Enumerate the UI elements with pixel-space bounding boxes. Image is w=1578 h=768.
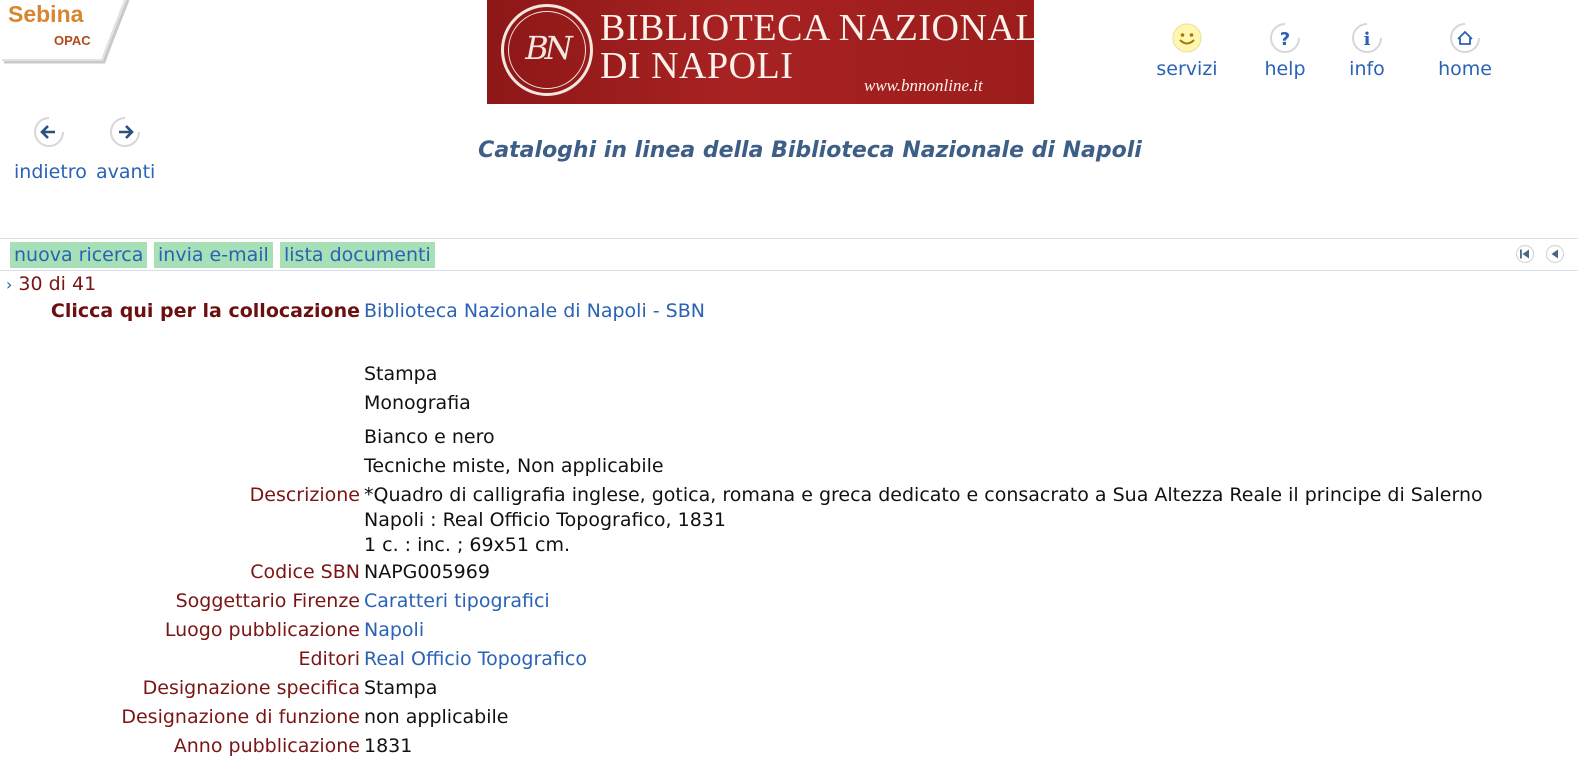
- new-search-button[interactable]: nuova ricerca: [10, 242, 148, 268]
- description-label: Descrizione: [249, 484, 360, 506]
- page-title: Cataloghi in linea della Biblioteca Nazi…: [478, 138, 1142, 163]
- nav-help[interactable]: ? help: [1255, 22, 1315, 80]
- collocation-link[interactable]: Biblioteca Nazionale di Napoli - SBN: [364, 300, 705, 322]
- nav-servizi[interactable]: servizi: [1152, 22, 1222, 80]
- subject-link[interactable]: Caratteri tipografici: [364, 590, 550, 612]
- description-publication: Napoli : Real Officio Topografico, 1831: [364, 509, 726, 531]
- publisher-link[interactable]: Real Officio Topografico: [364, 648, 587, 670]
- description-title: *Quadro di calligrafia inglese, gotica, …: [364, 484, 1483, 506]
- back-link[interactable]: indietro: [14, 161, 87, 183]
- svg-text:i: i: [1364, 29, 1371, 50]
- sebina-wordmark: Sebina: [8, 1, 84, 27]
- opac-wordmark: OPAC: [54, 33, 91, 48]
- send-email-button[interactable]: invia e-mail: [154, 242, 273, 268]
- question-icon: ?: [1270, 23, 1300, 53]
- bibliographic-level: Monografia: [364, 392, 471, 414]
- sbn-code-label: Codice SBN: [250, 561, 360, 583]
- color-info: Bianco e nero: [364, 426, 495, 448]
- document-list-button[interactable]: lista documenti: [280, 242, 435, 268]
- nav-info[interactable]: i info: [1337, 22, 1397, 80]
- bnn-seal-logo: BN: [501, 4, 593, 96]
- sbn-code-value: NAPG005969: [364, 561, 490, 583]
- function-designation-value: non applicabile: [364, 706, 509, 728]
- banner-title-line2: DI NAPOLI: [600, 45, 794, 87]
- library-banner[interactable]: BN BIBLIOTECA NAZIONALE DI NAPOLI www.bn…: [487, 0, 1034, 104]
- record-count: › 30 di 41: [6, 273, 97, 295]
- smiley-icon: [1172, 23, 1202, 53]
- previous-record-icon[interactable]: [1545, 244, 1565, 264]
- subject-label: Soggettario Firenze: [175, 590, 360, 612]
- description-physical: 1 c. : inc. ; 69x51 cm.: [364, 534, 571, 556]
- specific-designation-label: Designazione specifica: [142, 677, 360, 699]
- sebina-opac-logo[interactable]: Sebina OPAC: [0, 0, 130, 64]
- home-icon: [1450, 23, 1480, 53]
- nav-home[interactable]: home: [1430, 22, 1500, 80]
- record-toolbar: nuova ricerca invia e-mail lista documen…: [0, 238, 1578, 271]
- info-icon: i: [1352, 23, 1382, 53]
- collocation-label: Clicca qui per la collocazione: [50, 300, 360, 322]
- publication-year-label: Anno pubblicazione: [173, 735, 360, 757]
- place-label: Luogo pubblicazione: [164, 619, 360, 641]
- forward-link[interactable]: avanti: [96, 161, 155, 183]
- chevron-right-icon: ›: [6, 275, 13, 294]
- specific-designation-value: Stampa: [364, 677, 438, 699]
- place-link[interactable]: Napoli: [364, 619, 424, 641]
- publisher-label: Editori: [298, 648, 360, 670]
- function-designation-label: Designazione di funzione: [121, 706, 360, 728]
- material-type: Stampa: [364, 363, 438, 385]
- publication-year-value: 1831: [364, 735, 413, 757]
- first-record-icon[interactable]: [1515, 244, 1535, 264]
- banner-url: www.bnnonline.it: [864, 76, 983, 95]
- technique-info: Tecniche miste, Non applicabile: [364, 455, 664, 477]
- svg-text:?: ?: [1280, 29, 1290, 50]
